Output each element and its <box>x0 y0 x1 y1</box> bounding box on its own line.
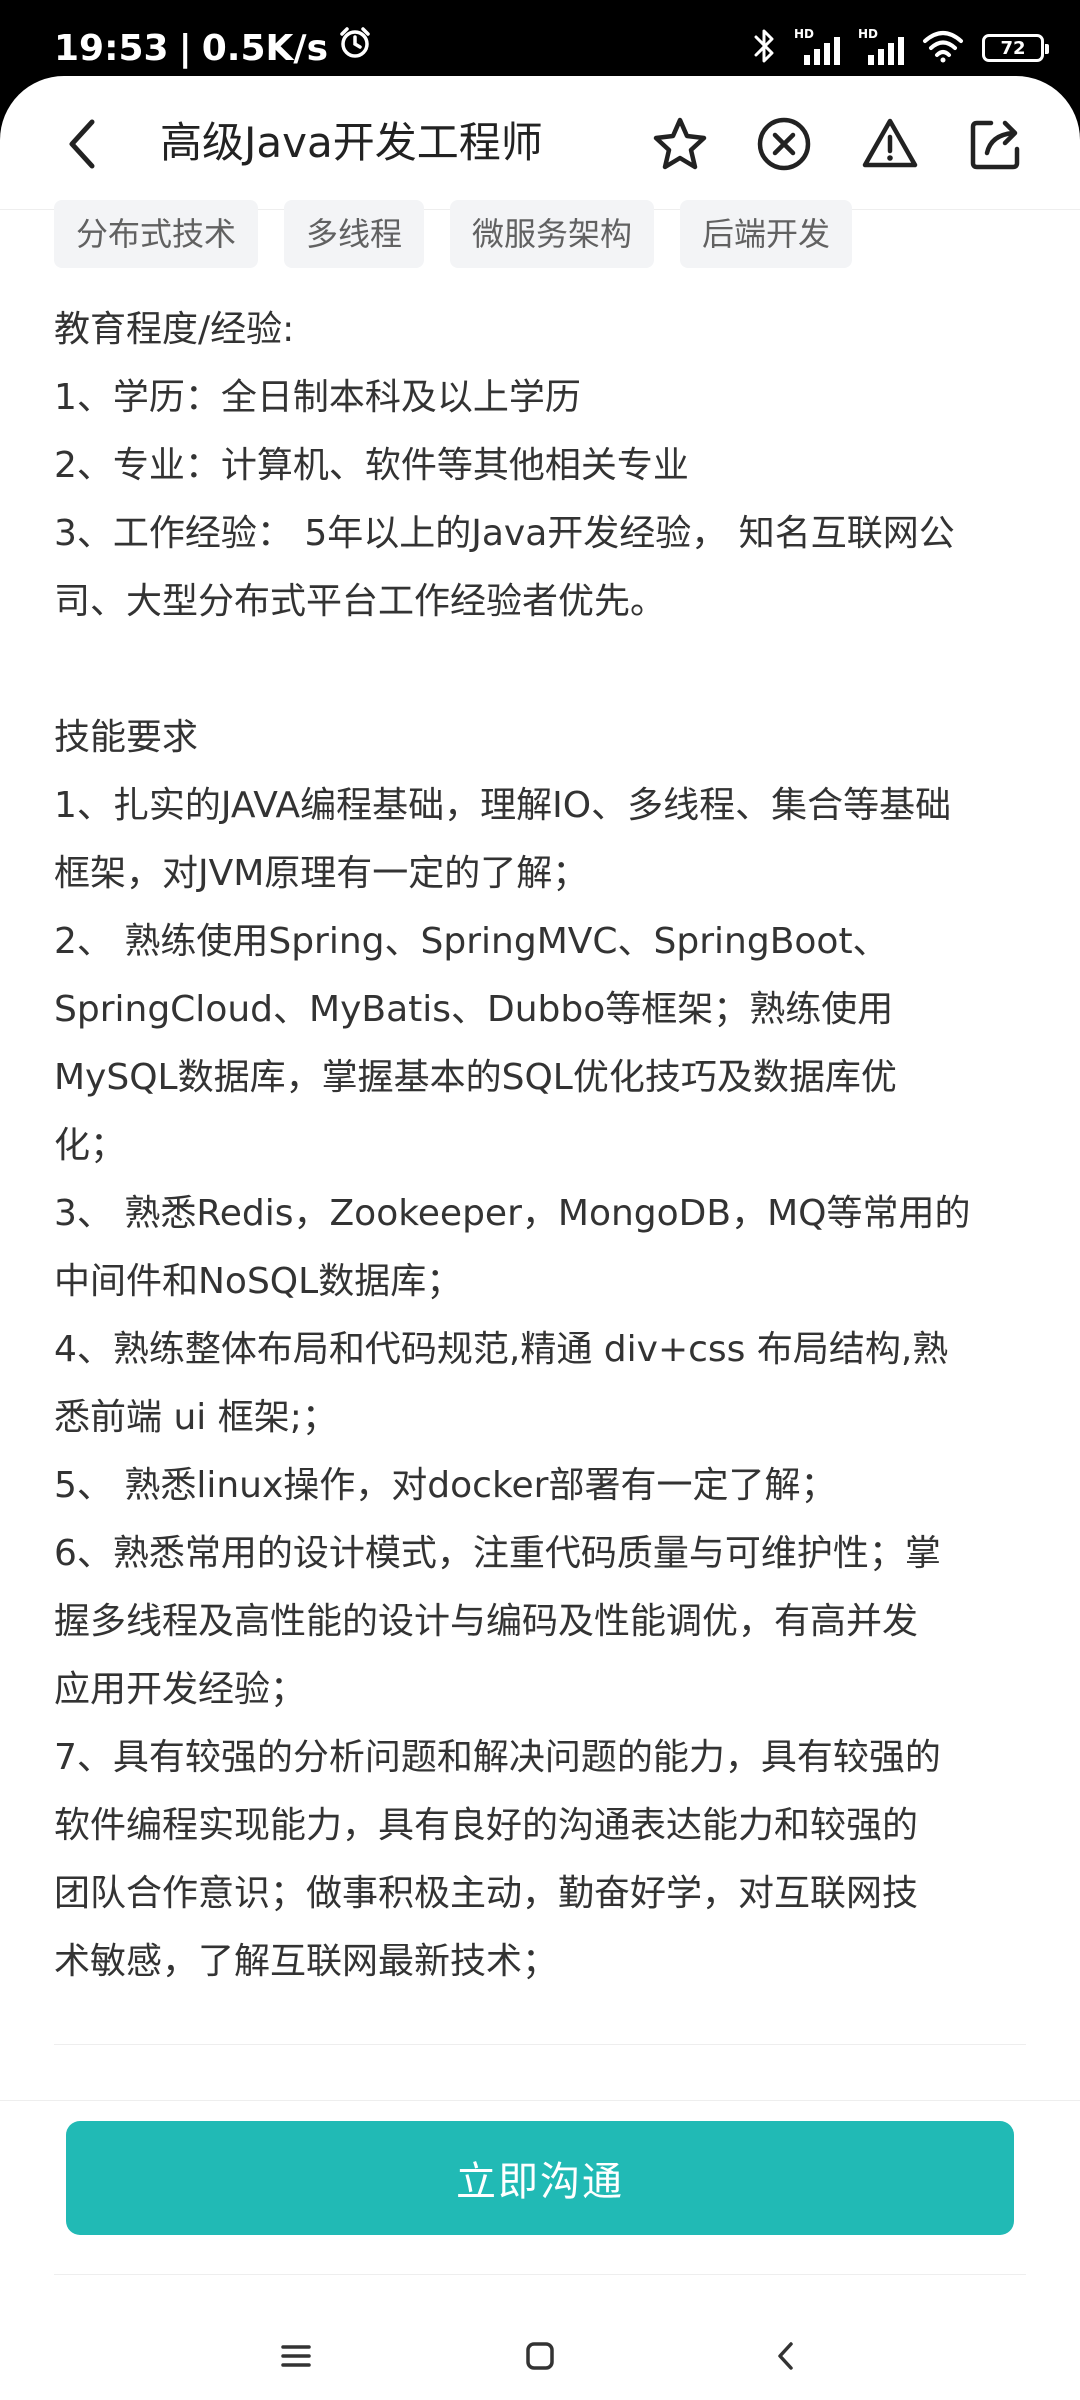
skill-tag[interactable]: 分布式技术 <box>54 200 259 268</box>
description-line: 6、熟悉常用的设计模式，注重代码质量与可维护性；掌 <box>54 1533 941 1574</box>
description-line: 应用开发经验； <box>54 1669 307 1710</box>
description-line: 悉前端 ui 框架;； <box>54 1397 338 1438</box>
description-line: 2、专业：计算机、软件等其他相关专业 <box>54 445 689 486</box>
battery-level: 72 <box>1000 37 1026 59</box>
back-icon[interactable] <box>50 112 114 176</box>
page-title: 高级Java开发工程师 <box>160 118 543 167</box>
job-content: 分布式技术 多线程 微服务架构 后端开发 教育程度/经验: 1、学历：全日制本科… <box>54 200 1034 1996</box>
description-line: 技能要求 <box>54 717 199 758</box>
description-line: 软件编程实现能力，具有良好的沟通表达能力和较强的 <box>54 1805 919 1846</box>
navigation-bar <box>0 2326 1080 2386</box>
skill-tag[interactable]: 多线程 <box>284 200 425 268</box>
description-line: 4、熟练整体布局和代码规范,精通 div+css 布局结构,熟 <box>54 1329 949 1370</box>
description-line: MySQL数据库，掌握基本的SQL优化技巧及数据库优 <box>54 1057 897 1098</box>
footer-divider <box>0 2100 1080 2101</box>
description-line: 化； <box>54 1125 127 1166</box>
status-separator: | <box>178 27 192 69</box>
description-line: 7、具有较强的分析问题和解决问题的能力，具有较强的 <box>54 1737 941 1778</box>
description-line: 1、扎实的JAVA编程基础，理解IO、多线程、集合等基础 <box>54 785 952 826</box>
skill-tags: 分布式技术 多线程 微服务架构 后端开发 <box>54 200 1034 268</box>
skill-tag[interactable]: 微服务架构 <box>450 200 655 268</box>
signal-icon-2: HD <box>858 27 904 67</box>
description-line: 3、工作经验： 5年以上的Java开发经验， 知名互联网公 <box>54 513 955 554</box>
job-description: 教育程度/经验: 1、学历：全日制本科及以上学历 2、专业：计算机、软件等其他相… <box>54 296 1034 1996</box>
network-speed: 0.5K/s <box>201 27 328 69</box>
star-icon[interactable] <box>648 112 712 176</box>
content-divider <box>54 2044 1026 2045</box>
share-icon[interactable] <box>964 112 1028 176</box>
description-line: 司、大型分布式平台工作经验者优先。 <box>54 581 667 622</box>
alarm-icon <box>338 26 372 71</box>
description-line: SpringCloud、MyBatis、Dubbo等框架；熟练使用 <box>54 989 894 1030</box>
status-left: 19:53 | 0.5K/s <box>54 26 372 71</box>
back-nav-icon[interactable] <box>756 2326 816 2386</box>
description-line: 框架，对JVM原理有一定的了解； <box>54 853 589 894</box>
chat-now-button[interactable]: 立即沟通 <box>66 2121 1014 2235</box>
battery-icon: 72 <box>982 34 1049 62</box>
menu-icon[interactable] <box>266 2326 326 2386</box>
description-line: 5、 熟悉linux操作，对docker部署有一定了解； <box>54 1465 837 1506</box>
description-line: 握多线程及高性能的设计与编码及性能调优，有高并发 <box>54 1601 919 1642</box>
wifi-icon <box>922 29 964 67</box>
description-line: 2、 熟练使用Spring、SpringMVC、SpringBoot、 <box>54 921 889 962</box>
description-line: 术敏感，了解互联网最新技术； <box>54 1941 559 1982</box>
description-line: 团队合作意识；做事积极主动，勤奋好学，对互联网技 <box>54 1873 919 1914</box>
description-line: 教育程度/经验: <box>54 309 295 350</box>
close-circle-icon[interactable] <box>752 112 816 176</box>
signal-icon-1: HD <box>794 27 840 67</box>
nav-divider <box>54 2274 1026 2275</box>
status-right: HD HD 72 <box>752 26 1049 70</box>
home-icon[interactable] <box>510 2326 570 2386</box>
header-bar: 高级Java开发工程师 <box>0 76 1080 210</box>
description-line: 1、学历：全日制本科及以上学历 <box>54 377 581 418</box>
description-line: 3、 熟悉Redis，Zookeeper，MongoDB，MQ等常用的 <box>54 1193 971 1234</box>
bluetooth-icon <box>752 27 776 69</box>
status-time: 19:53 <box>54 27 169 69</box>
description-line: 中间件和NoSQL数据库； <box>54 1261 463 1302</box>
warning-icon[interactable] <box>858 112 922 176</box>
description-blank-line <box>54 636 1034 704</box>
job-detail-sheet: 高级Java开发工程师 分布式技术 多线程 微服务架构 后端开发 教育程度/经验… <box>0 76 1080 2400</box>
skill-tag[interactable]: 后端开发 <box>680 200 853 268</box>
